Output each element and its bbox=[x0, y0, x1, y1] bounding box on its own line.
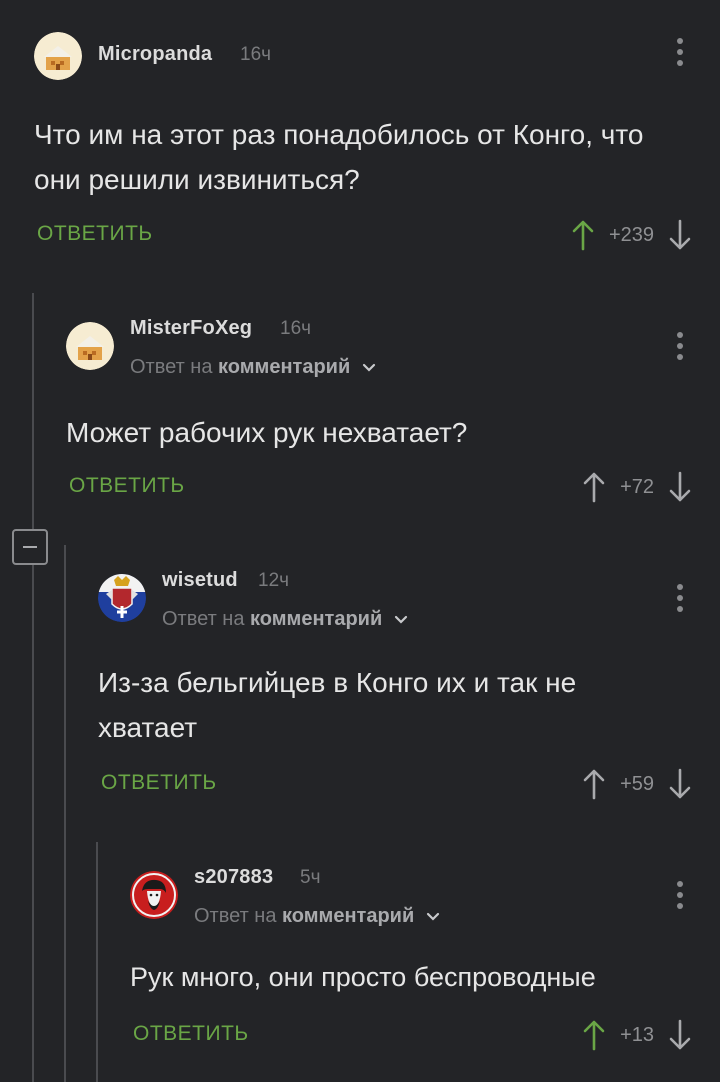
thread-line bbox=[32, 293, 34, 1082]
comment-text: Что им на этот раз понадобилось от Конго… bbox=[34, 119, 644, 195]
reply-target[interactable]: комментарий bbox=[250, 608, 382, 630]
score: +59 bbox=[620, 772, 654, 795]
comment: wisetud 12ч Ответ на комментарий Из-за б… bbox=[98, 569, 720, 804]
comment: s207883 5ч Ответ на комментарий Рук мног… bbox=[130, 866, 720, 1061]
avatar[interactable] bbox=[98, 574, 146, 622]
timestamp: 16ч bbox=[280, 318, 312, 339]
timestamp: 5ч bbox=[300, 867, 321, 888]
reply-prefix: Ответ на bbox=[130, 356, 213, 378]
chevron-down-icon[interactable] bbox=[362, 363, 376, 373]
vote-controls: +13 bbox=[582, 1015, 692, 1055]
avatar[interactable] bbox=[130, 871, 178, 919]
reply-button[interactable]: ОТВЕТИТЬ bbox=[69, 474, 185, 498]
comment: MisterFoXeg 16ч Ответ на комментарий Мож… bbox=[66, 317, 720, 512]
reply-button[interactable]: ОТВЕТИТЬ bbox=[133, 1022, 249, 1046]
upvote-arrow-icon[interactable] bbox=[571, 219, 595, 251]
chevron-down-icon[interactable] bbox=[394, 615, 408, 625]
reply-target[interactable]: комментарий bbox=[282, 905, 414, 927]
thread-line bbox=[96, 842, 98, 1082]
username[interactable]: wisetud bbox=[162, 569, 238, 592]
thread-line bbox=[64, 545, 66, 1082]
reply-to-link[interactable]: Ответ на комментарий bbox=[162, 608, 408, 631]
score: +239 bbox=[608, 223, 654, 246]
reply-prefix: Ответ на bbox=[162, 608, 245, 630]
downvote-arrow-icon[interactable] bbox=[668, 219, 692, 251]
comment: Micropanda 16ч Что им на этот раз понадо… bbox=[34, 32, 720, 272]
upvote-arrow-icon[interactable] bbox=[582, 1019, 606, 1051]
downvote-arrow-icon[interactable] bbox=[668, 1019, 692, 1051]
more-options-icon[interactable] bbox=[670, 881, 690, 915]
reply-to-link[interactable]: Ответ на комментарий bbox=[130, 356, 376, 379]
avatar[interactable] bbox=[66, 322, 114, 370]
avatar[interactable] bbox=[34, 32, 82, 80]
reply-button[interactable]: ОТВЕТИТЬ bbox=[37, 222, 153, 246]
vote-controls: +59 bbox=[582, 764, 692, 804]
reply-button[interactable]: ОТВЕТИТЬ bbox=[101, 771, 217, 795]
username[interactable]: MisterFoXeg bbox=[130, 317, 252, 340]
collapse-thread-button[interactable] bbox=[12, 529, 48, 565]
more-options-icon[interactable] bbox=[670, 38, 690, 72]
reply-prefix: Ответ на bbox=[194, 905, 277, 927]
reply-target[interactable]: комментарий bbox=[218, 356, 350, 378]
more-options-icon[interactable] bbox=[670, 332, 690, 366]
downvote-arrow-icon[interactable] bbox=[668, 471, 692, 503]
comment-text: Рук много, они просто беспроводные bbox=[130, 962, 596, 992]
username[interactable]: Micropanda bbox=[98, 43, 212, 66]
vote-controls: +72 bbox=[582, 467, 692, 507]
score: +72 bbox=[620, 475, 654, 498]
username[interactable]: s207883 bbox=[194, 866, 273, 889]
timestamp: 16ч bbox=[240, 44, 272, 65]
downvote-arrow-icon[interactable] bbox=[668, 768, 692, 800]
upvote-arrow-icon[interactable] bbox=[582, 471, 606, 503]
timestamp: 12ч bbox=[258, 570, 290, 591]
more-options-icon[interactable] bbox=[670, 584, 690, 618]
comment-text: Из-за бельгийцев в Конго их и так не хва… bbox=[98, 667, 577, 743]
chevron-down-icon[interactable] bbox=[426, 912, 440, 922]
vote-controls: +239 bbox=[571, 215, 692, 255]
score: +13 bbox=[620, 1023, 654, 1046]
upvote-arrow-icon[interactable] bbox=[582, 768, 606, 800]
comment-text: Может рабочих рук нехватает? bbox=[66, 417, 468, 448]
reply-to-link[interactable]: Ответ на комментарий bbox=[194, 905, 440, 928]
